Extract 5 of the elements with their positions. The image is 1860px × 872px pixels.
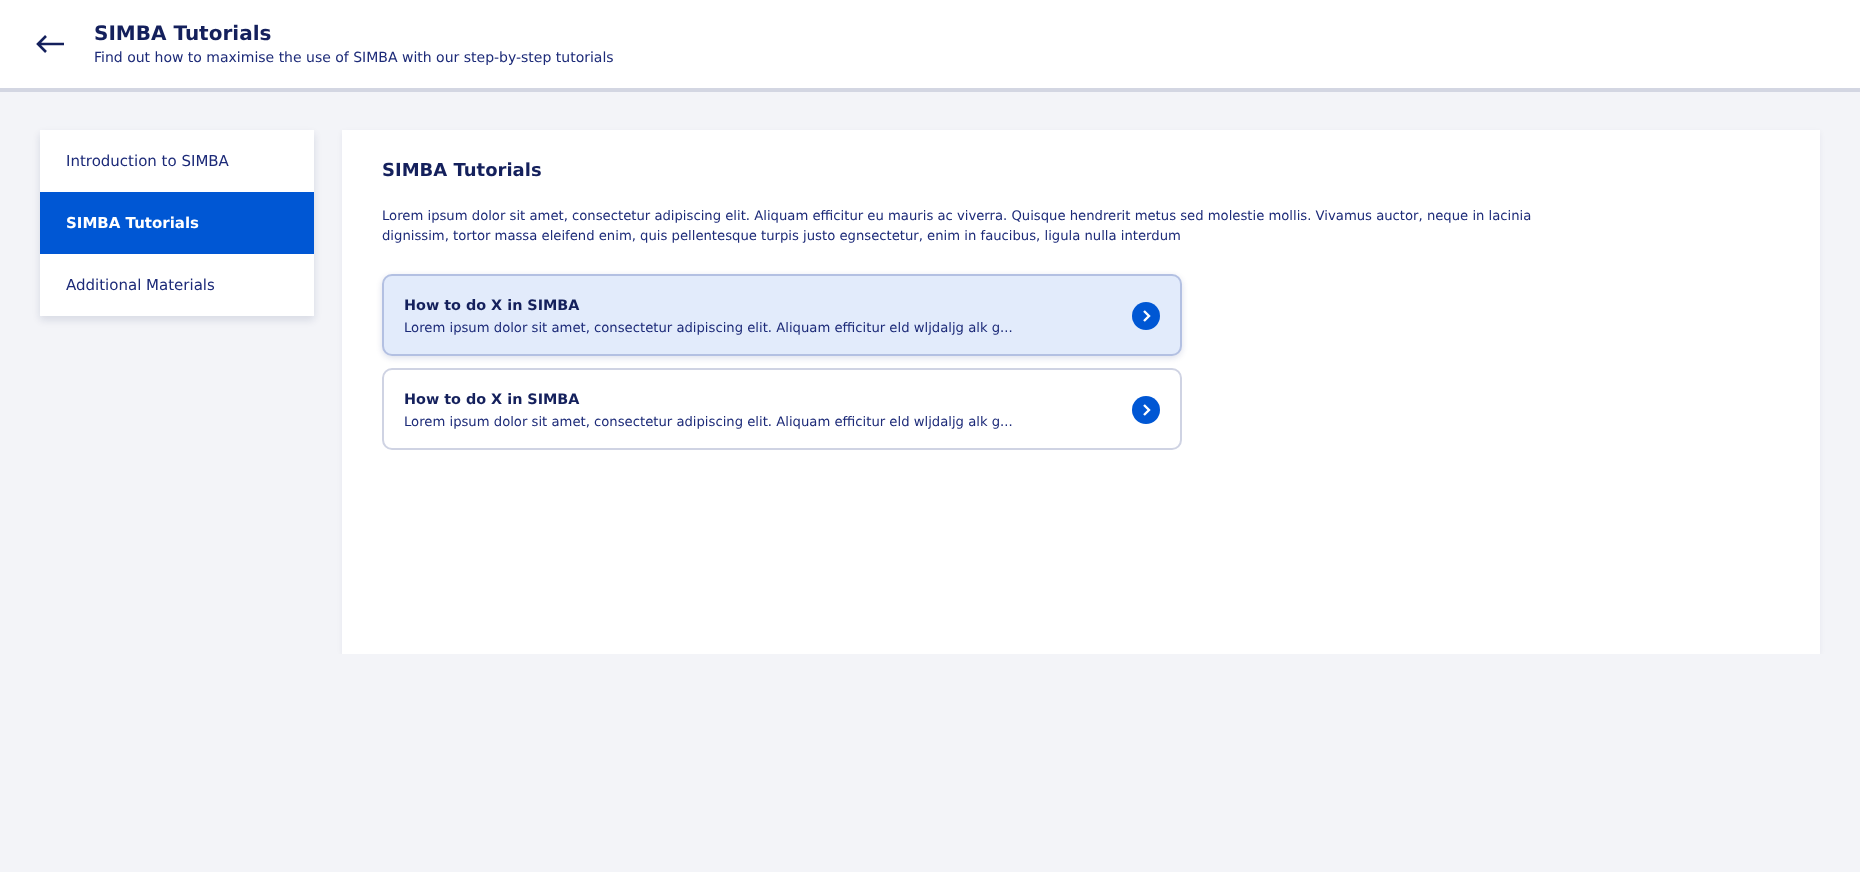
back-arrow-icon[interactable] — [36, 34, 66, 54]
section-title: SIMBA Tutorials — [382, 162, 544, 182]
chevron-right-icon[interactable] — [1132, 395, 1160, 423]
chevron-right-icon[interactable] — [1132, 301, 1160, 329]
page-title: SIMBA Tutorials — [94, 23, 274, 45]
